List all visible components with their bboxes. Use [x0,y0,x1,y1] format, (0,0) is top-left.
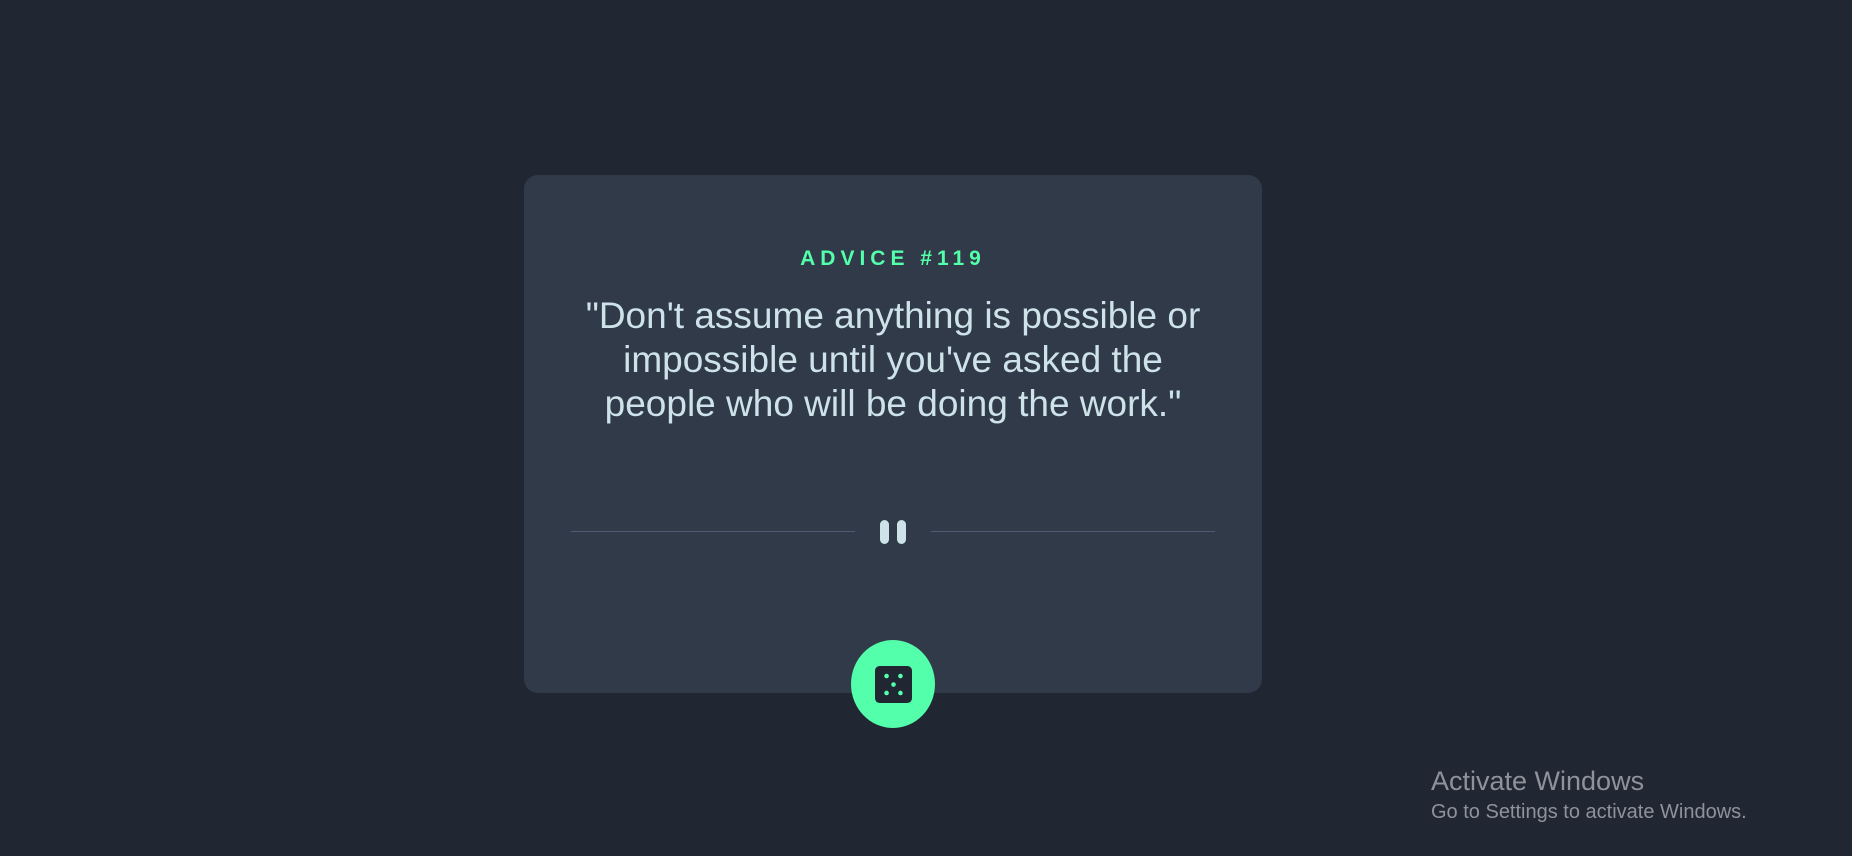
watermark-title: Activate Windows [1431,766,1645,796]
advice-card: ADVICE #119 "Don't assume anything is po… [524,175,1262,693]
pause-bar [880,520,889,544]
advice-id: ADVICE #119 [800,247,986,270]
divider-line-right [931,531,1215,532]
divider-line-left [571,531,855,532]
windows-activation-watermark: Activate Windows Go to Settings to activ… [1431,764,1747,826]
dice-button[interactable] [851,640,935,728]
watermark-subtitle: Go to Settings to activate Windows. [1431,801,1747,823]
pause-bar [897,520,906,544]
dice-icon [874,665,912,703]
pause-icon [877,520,909,544]
advice-quote: "Don't assume anything is possible or im… [585,295,1201,424]
divider [571,515,1215,549]
